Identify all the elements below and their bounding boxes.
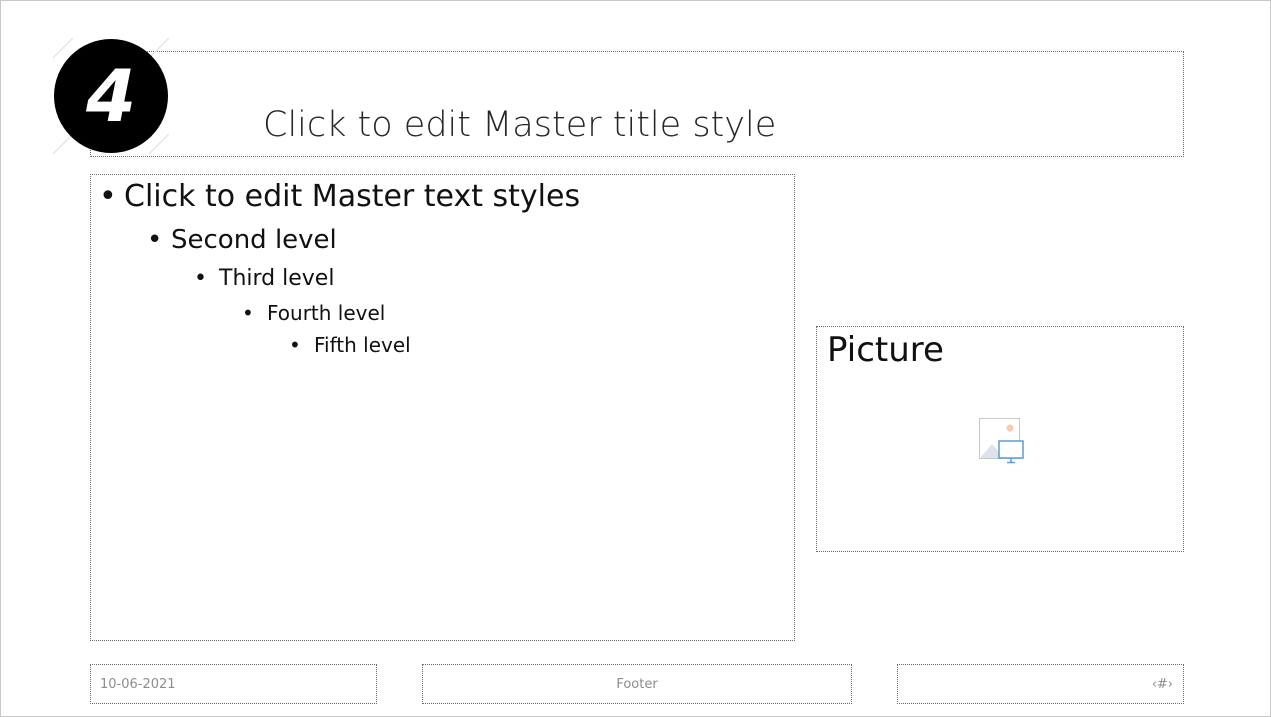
footer-placeholder[interactable]: Footer	[422, 664, 852, 704]
date-text: 10-06-2021	[100, 676, 176, 692]
text-level-5-label: Fifth level	[314, 333, 411, 357]
badge-number: 4	[54, 39, 168, 153]
text-level-2: • Second level	[147, 225, 337, 256]
slide-canvas: Click to edit Master title style 4 • Clic…	[0, 0, 1271, 717]
text-level-1: • Click to edit Master text styles	[99, 179, 580, 215]
bullet: •	[242, 301, 254, 325]
picture-placeholder[interactable]: Picture	[816, 326, 1184, 552]
slide-number-placeholder[interactable]: ‹#›	[897, 664, 1184, 704]
text-level-2-label: Second level	[171, 225, 337, 255]
number-badge: 4	[53, 38, 169, 154]
date-placeholder[interactable]: 10-06-2021	[90, 664, 377, 704]
text-level-3: • Third level	[194, 266, 334, 292]
text-level-4-label: Fourth level	[267, 301, 386, 325]
text-level-4: • Fourth level	[242, 301, 385, 325]
bullet: •	[99, 179, 117, 214]
bullet: •	[194, 266, 207, 291]
text-level-5: • Fifth level	[289, 333, 411, 357]
footer-text: Footer	[616, 676, 658, 692]
picture-placeholder-icon[interactable]	[978, 417, 1026, 465]
bullet: •	[147, 225, 163, 255]
title-placeholder[interactable]: Click to edit Master title style	[90, 51, 1184, 157]
title-text: Click to edit Master title style	[263, 105, 777, 145]
slide-number-text: ‹#›	[1151, 676, 1173, 692]
bullet: •	[289, 333, 301, 357]
text-level-3-label: Third level	[219, 266, 335, 291]
text-level-1-label: Click to edit Master text styles	[124, 179, 581, 214]
body-text-placeholder[interactable]: • Click to edit Master text styles • Secon…	[90, 174, 795, 641]
picture-label: Picture	[827, 330, 944, 370]
